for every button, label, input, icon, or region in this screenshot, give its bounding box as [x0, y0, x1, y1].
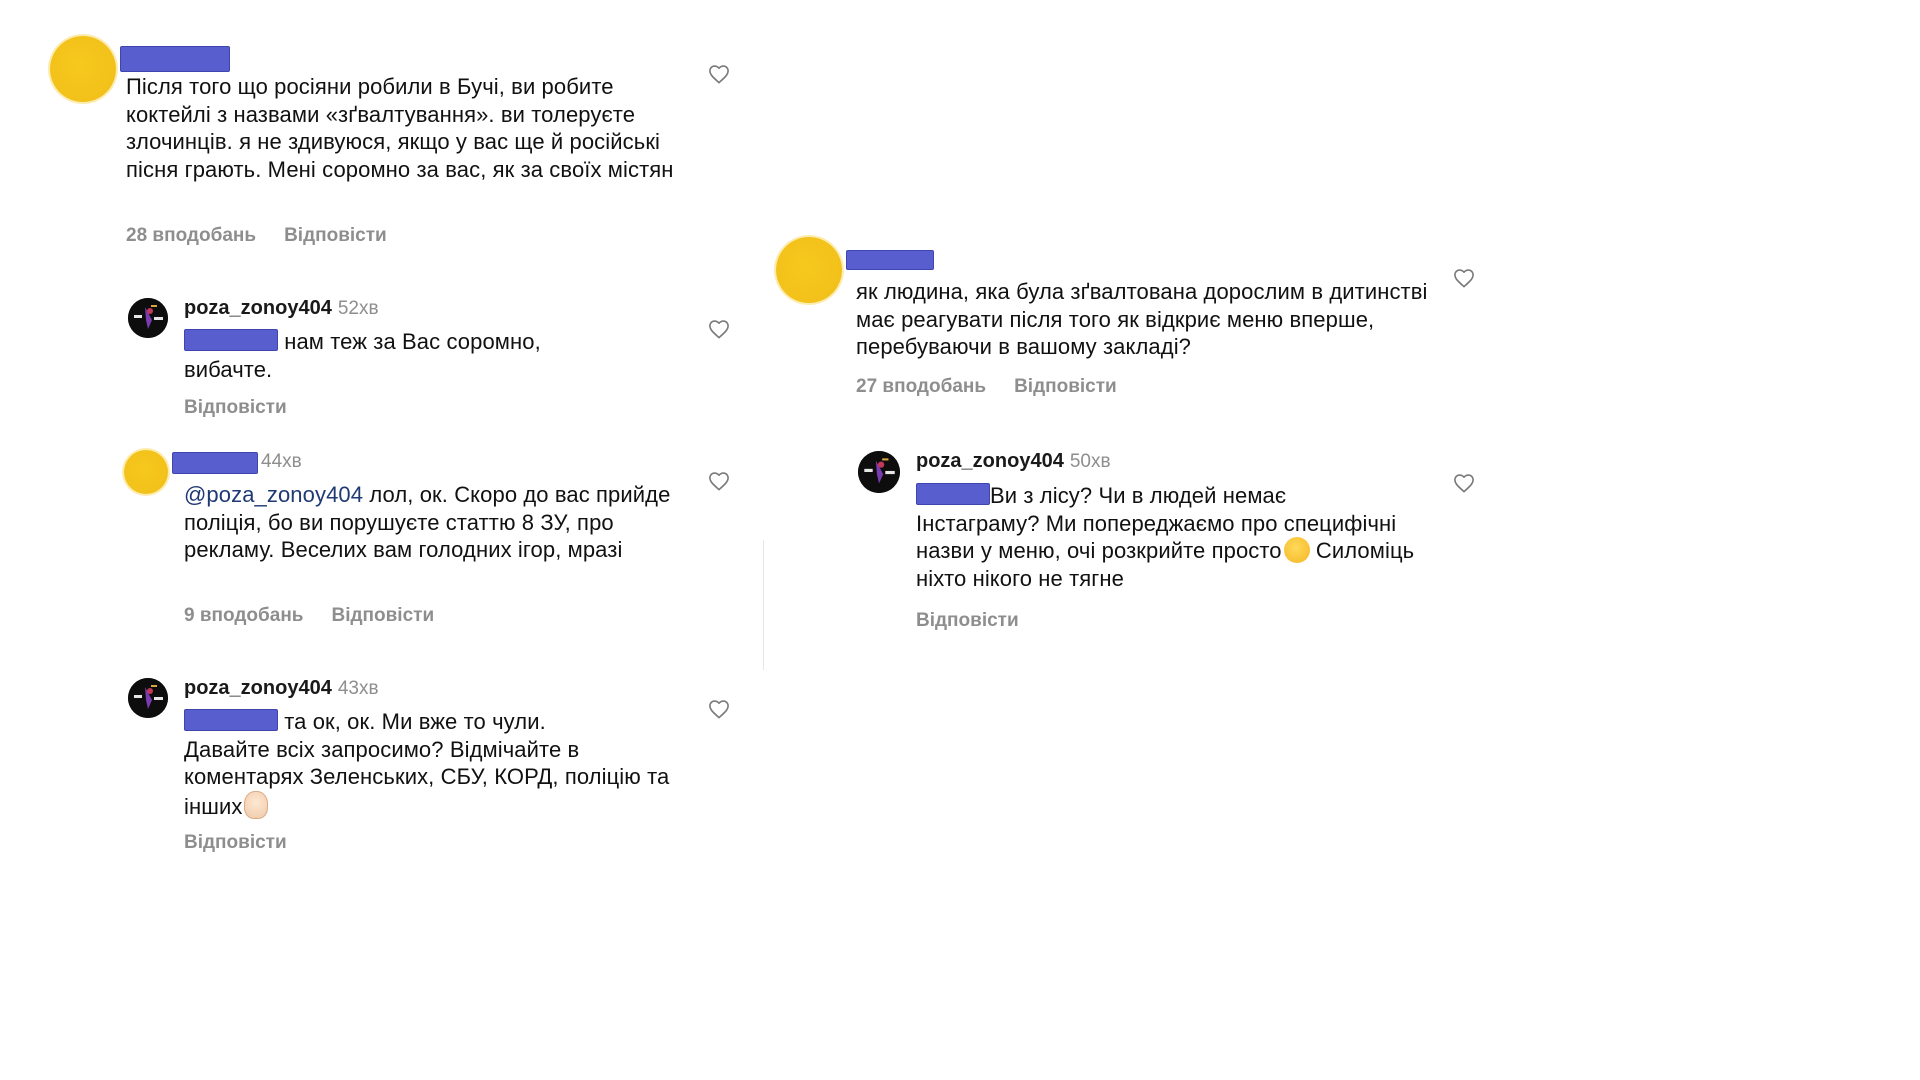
- comment-text: нам теж за Вас соромно, вибачте.: [184, 329, 541, 382]
- comment-text: як людина, яка була зґвалтована дорослим…: [856, 279, 1428, 359]
- redacted-username: [120, 46, 230, 72]
- comment-meta: 9 вподобань Відповісти: [184, 605, 434, 627]
- redacted-mention: [184, 329, 278, 351]
- reply-button[interactable]: Відповісти: [916, 610, 1019, 631]
- comment-time: 44хв: [261, 451, 302, 472]
- comment-author[interactable]: poza_zonoy404 52хв: [184, 297, 379, 320]
- reply-button[interactable]: Відповісти: [284, 225, 387, 246]
- reply-button[interactable]: Відповісти: [331, 605, 434, 626]
- comment-time-row: 44хв: [255, 450, 302, 473]
- comment-time: 50хв: [1069, 451, 1111, 472]
- ok-hand-emoji: [244, 790, 269, 819]
- reply-button[interactable]: Відповісти: [184, 832, 287, 853]
- reply-button[interactable]: Відповісти: [1014, 376, 1117, 397]
- avatar[interactable]: [124, 450, 168, 494]
- avatar[interactable]: [50, 36, 116, 102]
- reply-button[interactable]: Відповісти: [184, 397, 287, 418]
- thinking-face-emoji: [1283, 537, 1310, 563]
- heart-outline-icon[interactable]: [708, 319, 730, 339]
- avatar[interactable]: [776, 237, 842, 303]
- redacted-username: [172, 452, 258, 474]
- heart-outline-icon[interactable]: [1453, 473, 1475, 493]
- comment-text: Після того що росіяни робили в Бучі, ви …: [126, 74, 674, 182]
- redacted-mention: [916, 483, 990, 505]
- comment-author[interactable]: poza_zonoy404 50хв: [916, 450, 1111, 473]
- comment-meta: 27 вподобань Відповісти: [856, 376, 1117, 398]
- mention-link[interactable]: @poza_zonoy404: [184, 482, 363, 507]
- comment-meta: Відповісти: [184, 832, 287, 854]
- comment-text: @poza_zonoy404 лол, ок. Скоро до вас при…: [184, 482, 671, 562]
- comment-author[interactable]: poza_zonoy404 43хв: [184, 677, 379, 700]
- redacted-username: [846, 250, 934, 270]
- comment-text: Ви з лісу? Чи в людей немає Інстаграму? …: [916, 483, 1415, 591]
- likes-count[interactable]: 9 вподобань: [184, 605, 303, 626]
- likes-count[interactable]: 27 вподобань: [856, 376, 986, 397]
- comment-meta: Відповісти: [916, 610, 1019, 632]
- heart-outline-icon[interactable]: [708, 64, 730, 84]
- avatar[interactable]: [858, 451, 900, 493]
- avatar[interactable]: [128, 298, 168, 338]
- comment-time: 52хв: [337, 298, 379, 319]
- column-divider: [763, 540, 764, 670]
- avatar[interactable]: [128, 678, 168, 718]
- comment-time: 43хв: [337, 678, 379, 699]
- heart-outline-icon[interactable]: [1453, 268, 1475, 288]
- comment-meta: Відповісти: [184, 397, 287, 419]
- heart-outline-icon[interactable]: [708, 471, 730, 491]
- comment-meta: 28 вподобань Відповісти: [126, 225, 387, 247]
- heart-outline-icon[interactable]: [708, 699, 730, 719]
- comment-text: та ок, ок. Ми вже то чули. Давайте всіх …: [184, 709, 670, 819]
- likes-count[interactable]: 28 вподобань: [126, 225, 256, 246]
- redacted-mention: [184, 709, 278, 731]
